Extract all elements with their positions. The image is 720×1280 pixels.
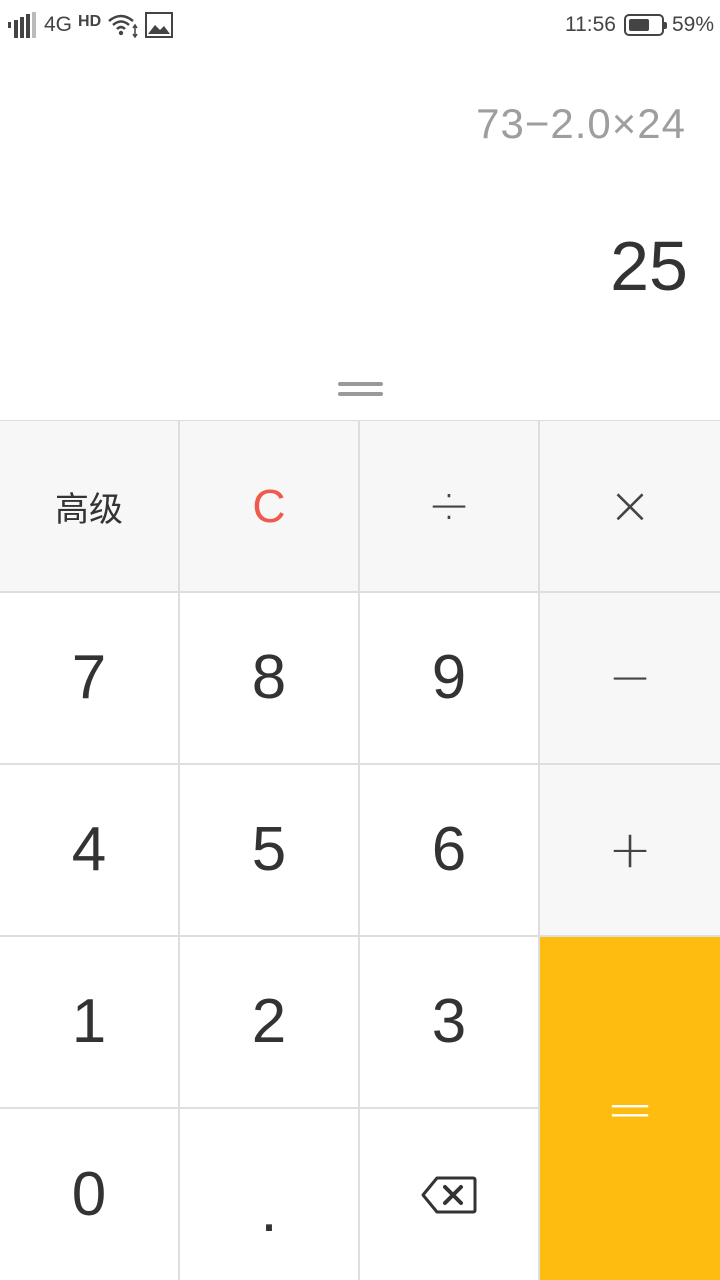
digit-1-label: 1: [71, 987, 107, 1056]
digit-9-button[interactable]: 9: [360, 593, 540, 765]
battery-icon: [623, 14, 667, 36]
status-right: 11:56 59%: [565, 10, 714, 40]
hd-badge: HD: [78, 13, 102, 30]
wifi-icon: [108, 14, 138, 38]
clear-label: C: [252, 480, 286, 532]
result-display: 25: [610, 227, 688, 305]
divide-button[interactable]: ÷: [360, 421, 540, 593]
digit-9-label: 9: [431, 643, 467, 712]
expression-display: 73−2.0×24: [476, 100, 686, 147]
digit-6-label: 6: [431, 815, 467, 884]
clock: 11:56: [564, 13, 616, 36]
digit-2-button[interactable]: 2: [180, 937, 360, 1109]
decimal-button[interactable]: .: [180, 1109, 360, 1280]
status-bar: 4G HD 11:56 59%: [0, 0, 720, 50]
digit-8-button[interactable]: 8: [180, 593, 360, 765]
digit-7-button[interactable]: 7: [0, 593, 180, 765]
digit-6-button[interactable]: 6: [360, 765, 540, 937]
battery-percent: 59%: [671, 13, 714, 36]
clear-button[interactable]: C: [180, 421, 360, 593]
digit-5-label: 5: [251, 815, 287, 884]
drag-handle-icon[interactable]: [338, 382, 383, 400]
digit-5-button[interactable]: 5: [180, 765, 360, 937]
digit-8-label: 8: [251, 643, 287, 712]
minus-label: −: [608, 648, 652, 708]
backspace-icon: [421, 1176, 477, 1214]
equals-button[interactable]: =: [540, 937, 720, 1280]
plus-button[interactable]: +: [540, 765, 720, 937]
advanced-label: 高级: [55, 489, 123, 530]
gallery-icon: [145, 12, 174, 38]
status-left: 4G HD: [8, 10, 174, 40]
digit-3-label: 3: [431, 987, 467, 1056]
divide-label: ÷: [427, 476, 471, 536]
multiply-label: ×: [608, 476, 652, 536]
digit-2-label: 2: [251, 987, 287, 1056]
equals-label: =: [605, 1075, 655, 1143]
digit-7-label: 7: [71, 643, 107, 712]
advanced-button[interactable]: 高级: [0, 421, 180, 593]
digit-0-label: 0: [71, 1160, 107, 1229]
digit-3-button[interactable]: 3: [360, 937, 540, 1109]
digit-1-button[interactable]: 1: [0, 937, 180, 1109]
signal-icon: [8, 12, 36, 38]
network-type: 4G: [44, 13, 73, 36]
decimal-label: .: [260, 1175, 278, 1245]
keypad: 高级 C ÷ × 7 8 9 − 4 5 6 + 1 2 3 = 0 .: [0, 420, 720, 1280]
digit-4-button[interactable]: 4: [0, 765, 180, 937]
minus-button[interactable]: −: [540, 593, 720, 765]
plus-label: +: [608, 820, 652, 880]
digit-4-label: 4: [71, 815, 107, 884]
digit-0-button[interactable]: 0: [0, 1109, 180, 1280]
backspace-button[interactable]: [360, 1109, 540, 1280]
multiply-button[interactable]: ×: [540, 421, 720, 593]
